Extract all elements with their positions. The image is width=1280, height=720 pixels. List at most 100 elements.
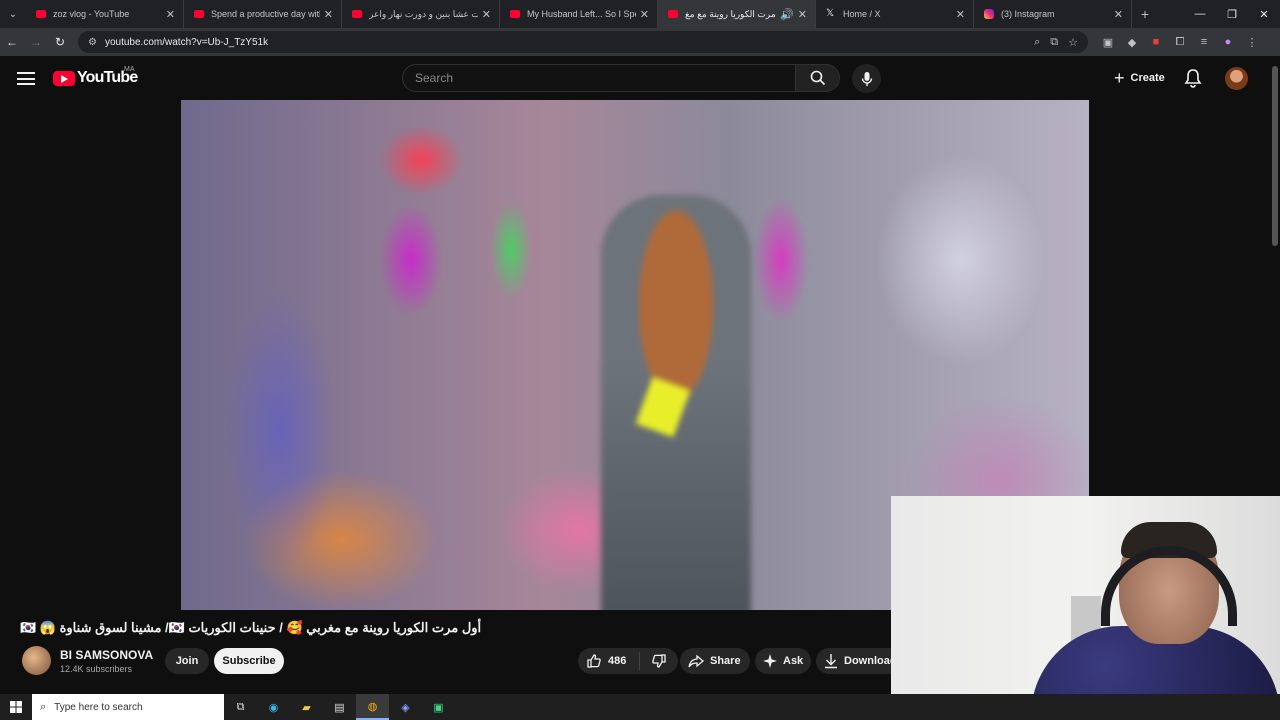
youtube-play-icon: [53, 70, 75, 86]
omnibox[interactable]: ⚙ youtube.com/watch?v=Ub-J_TzY51k ⌕ ⧉ ☆: [78, 31, 1088, 53]
edge-browser-icon[interactable]: ◉: [257, 694, 290, 720]
forward-icon[interactable]: →: [24, 28, 48, 56]
windows-taskbar: ⌕ Type here to search ⧉ ◉ ▰ ▤ ◍ ◈ ▣: [0, 694, 1280, 720]
close-icon[interactable]: ✕: [166, 8, 175, 21]
tab-title: zoz vlog - YouTube: [53, 9, 130, 19]
tab-1[interactable]: Spend a productive day with m ✕: [184, 0, 342, 28]
channel-name[interactable]: BI SAMSONOVA: [60, 648, 153, 662]
discord-icon[interactable]: ◈: [389, 694, 422, 720]
tab-title: (3) Instagram: [1001, 9, 1055, 19]
task-view-icon[interactable]: ⧉: [224, 694, 257, 720]
android-app-icon[interactable]: ▣: [422, 694, 455, 720]
country-code: MA: [124, 66, 135, 73]
close-icon[interactable]: ✕: [956, 8, 965, 21]
ask-button[interactable]: Ask: [755, 648, 811, 674]
voice-search-button[interactable]: [852, 64, 881, 93]
extensions-bar: ▣ ◆ ■ ⧠ ≡ ● ⋮: [1096, 36, 1264, 49]
search-icon: ⌕: [40, 700, 47, 713]
translate-extension-icon[interactable]: ▣: [1096, 36, 1120, 49]
subscriber-count: 12.4K subscribers: [60, 664, 133, 674]
bookmark-star-icon[interactable]: ☆: [1068, 36, 1078, 49]
tab-search-menu-icon[interactable]: ⌄: [0, 0, 26, 28]
puzzle-extensions-icon[interactable]: ⧠: [1168, 36, 1192, 49]
taskbar-search-placeholder: Type here to search: [54, 701, 143, 713]
tab-title: طبيت عشا بنين و دورت نهار واعر: [369, 8, 478, 19]
microsoft-store-icon[interactable]: ▤: [323, 694, 356, 720]
taskbar-search-input[interactable]: ⌕ Type here to search: [32, 694, 224, 720]
youtube-icon: [194, 10, 204, 18]
dislike-button[interactable]: [640, 653, 678, 669]
account-avatar[interactable]: [1225, 67, 1248, 90]
plus-icon: +: [1114, 67, 1125, 88]
subscribe-button[interactable]: Subscribe: [214, 648, 284, 674]
x-icon: 𝕏: [826, 8, 835, 19]
extension-red-icon[interactable]: ■: [1144, 36, 1168, 48]
back-icon[interactable]: ←: [0, 28, 24, 56]
windows-start-button[interactable]: [0, 694, 32, 720]
site-info-icon[interactable]: ⚙: [88, 37, 97, 48]
windows-logo-icon: [10, 701, 22, 713]
close-icon[interactable]: ✕: [1114, 8, 1123, 21]
reload-icon[interactable]: ↻: [48, 28, 72, 56]
tab-0[interactable]: zoz vlog - YouTube ✕: [26, 0, 184, 28]
window-controls: — ❐ ✕: [1184, 0, 1280, 28]
like-button[interactable]: 486: [578, 652, 640, 670]
tab-6[interactable]: (3) Instagram ✕: [974, 0, 1132, 28]
minimize-icon[interactable]: —: [1184, 0, 1216, 28]
youtube-icon: [352, 10, 362, 18]
zoom-icon[interactable]: ⌕: [1034, 36, 1040, 49]
install-icon[interactable]: ⧉: [1050, 36, 1058, 49]
tab-3[interactable]: My Husband Left... So I Spent a ✕: [500, 0, 658, 28]
microphone-icon: [861, 71, 872, 86]
profile-icon[interactable]: ●: [1216, 36, 1240, 48]
tab-2[interactable]: طبيت عشا بنين و دورت نهار واعر ✕: [342, 0, 500, 28]
create-label: Create: [1130, 72, 1165, 84]
close-icon[interactable]: ✕: [482, 8, 491, 21]
youtube-logo[interactable]: YouTube MA: [53, 66, 138, 87]
close-icon[interactable]: ✕: [640, 8, 649, 21]
instagram-icon: [984, 9, 994, 19]
search-input[interactable]: Search: [402, 64, 796, 92]
new-tab-icon[interactable]: +: [1132, 6, 1158, 22]
notifications-bell-icon[interactable]: [1182, 67, 1204, 89]
tab-title: Home / X: [843, 9, 881, 19]
share-label: Share: [710, 655, 741, 667]
browser-tab-strip: ⌄ zoz vlog - YouTube ✕ Spend a productive…: [0, 0, 1280, 28]
thumbs-up-icon: [587, 654, 601, 668]
share-button[interactable]: Share: [680, 648, 750, 674]
webcam-overlay: [891, 496, 1280, 716]
scrollbar-thumb[interactable]: [1272, 66, 1278, 246]
tab-5[interactable]: 𝕏 Home / X ✕: [816, 0, 974, 28]
restore-icon[interactable]: ❐: [1216, 0, 1248, 28]
search-button[interactable]: [796, 64, 840, 92]
tab-4-active[interactable]: أول مرت الكوريا روينة مع مغ 🔊 ✕: [658, 0, 816, 28]
address-toolbar: ← → ↻ ⚙ youtube.com/watch?v=Ub-J_TzY51k …: [0, 28, 1280, 56]
join-button[interactable]: Join: [165, 648, 209, 674]
thumbs-down-icon: [652, 654, 666, 668]
close-window-icon[interactable]: ✕: [1248, 0, 1280, 28]
close-icon[interactable]: ✕: [324, 8, 333, 21]
channel-avatar[interactable]: [22, 646, 51, 675]
like-count: 486: [608, 655, 627, 667]
youtube-icon: [510, 10, 520, 18]
video-title: أول مرت الكوريا روينة مع مغربي 🥰 / حنينا…: [20, 620, 482, 635]
create-button[interactable]: + Create: [1104, 64, 1175, 92]
share-icon: [688, 654, 704, 668]
tab-title: أول مرت الكوريا روينة مع مغ: [685, 8, 776, 19]
download-icon: [825, 654, 837, 669]
speaker-icon[interactable]: 🔊: [780, 8, 794, 21]
url-text[interactable]: youtube.com/watch?v=Ub-J_TzY51k: [105, 37, 1034, 48]
sparkle-icon: [763, 654, 777, 668]
like-dislike-group: 486: [578, 648, 678, 674]
menu-icon[interactable]: [17, 72, 35, 85]
tab-title: My Husband Left... So I Spent a: [527, 9, 636, 19]
media-control-icon[interactable]: ≡: [1192, 36, 1216, 48]
youtube-icon: [668, 10, 678, 18]
close-icon[interactable]: ✕: [798, 8, 807, 21]
ask-label: Ask: [783, 655, 804, 667]
browser-menu-icon[interactable]: ⋮: [1240, 36, 1264, 49]
extension-icon[interactable]: ◆: [1120, 36, 1144, 49]
chrome-browser-icon[interactable]: ◍: [356, 694, 389, 720]
file-explorer-icon[interactable]: ▰: [290, 694, 323, 720]
tab-title: Spend a productive day with m: [211, 9, 320, 19]
